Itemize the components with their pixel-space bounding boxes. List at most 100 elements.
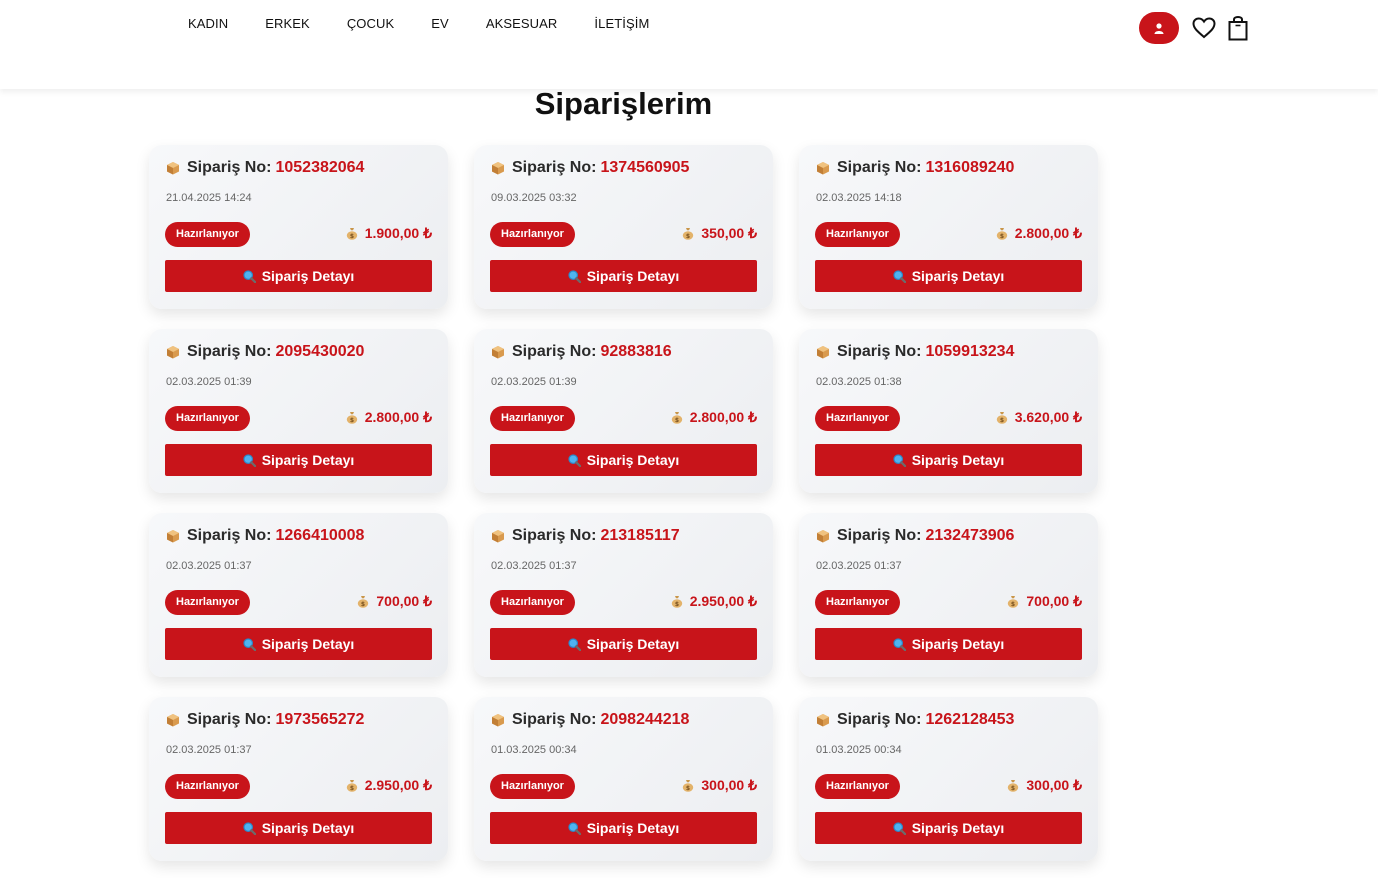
order-detail-label: Sipariş Detayı <box>586 268 680 284</box>
order-label: Sipariş No: <box>187 711 272 728</box>
heart-icon <box>1192 17 1216 39</box>
order-price-value: 700,00 ₺ <box>376 593 432 609</box>
order-detail-label: Sipariş Detayı <box>586 452 680 468</box>
order-detail-button[interactable]: Sipariş Detayı <box>815 628 1082 660</box>
status-badge: Hazırlanıyor <box>490 590 575 615</box>
order-price-value: 700,00 ₺ <box>1026 593 1082 609</box>
svg-text:$: $ <box>675 601 679 608</box>
nav-item-aksesuar[interactable]: AKSESUAR <box>486 16 558 31</box>
nav-item-ev[interactable]: EV <box>431 16 449 31</box>
order-detail-label: Sipariş Detayı <box>586 820 680 836</box>
header-icons <box>1139 12 1250 44</box>
order-detail-button[interactable]: Sipariş Detayı <box>815 812 1082 844</box>
magnifier-icon <box>568 269 581 283</box>
order-date: 02.03.2025 01:37 <box>491 560 577 572</box>
order-detail-label: Sipariş Detayı <box>261 636 355 652</box>
order-label: Sipariş No: <box>837 343 922 360</box>
order-card: Sipariş No: 1973565272 02.03.2025 01:37 Haz… <box>149 697 448 861</box>
package-icon <box>492 530 504 543</box>
order-price-value: 2.950,00 ₺ <box>689 593 757 609</box>
status-badge: Hazırlanıyor <box>490 222 575 247</box>
order-card: Sipariş No: 1266410008 02.03.2025 01:37 Haz… <box>149 513 448 677</box>
nav-item-iletisim[interactable]: İLETİŞİM <box>594 16 649 31</box>
money-bag-icon: $ <box>671 412 682 424</box>
nav-item-kadin[interactable]: KADIN <box>188 16 228 31</box>
order-price: $700,00 ₺ <box>1007 593 1082 610</box>
svg-text:$: $ <box>1000 233 1004 240</box>
order-price-value: 2.950,00 ₺ <box>364 777 432 793</box>
money-bag-icon: $ <box>996 412 1007 424</box>
magnifier-icon <box>568 821 581 835</box>
wishlist-button[interactable] <box>1191 15 1217 41</box>
order-price: $300,00 ₺ <box>682 777 757 794</box>
order-number: 92883816 <box>600 343 672 360</box>
magnifier-icon <box>243 453 256 467</box>
order-date: 02.03.2025 01:37 <box>166 744 252 756</box>
money-bag-icon: $ <box>671 596 682 608</box>
svg-text:$: $ <box>1011 785 1015 792</box>
order-title: Sipariş No: 213185117 <box>491 527 680 545</box>
status-badge: Hazırlanıyor <box>165 222 250 247</box>
order-label: Sipariş No: <box>187 527 272 544</box>
order-card: Sipariş No: 1316089240 02.03.2025 14:18 Haz… <box>799 145 1098 309</box>
order-detail-button[interactable]: Sipariş Detayı <box>165 444 432 476</box>
order-number: 1973565272 <box>275 711 365 728</box>
order-number: 2098244218 <box>600 711 690 728</box>
svg-text:$: $ <box>350 417 354 424</box>
order-card: Sipariş No: 1052382064 21.04.2025 14:24 Haz… <box>149 145 448 309</box>
money-bag-icon: $ <box>996 228 1007 240</box>
order-label: Sipariş No: <box>187 159 272 176</box>
order-card: Sipariş No: 2132473906 02.03.2025 01:37 Haz… <box>799 513 1098 677</box>
status-badge: Hazırlanıyor <box>490 406 575 431</box>
order-date: 09.03.2025 03:32 <box>491 192 577 204</box>
magnifier-icon <box>893 453 906 467</box>
order-price: $700,00 ₺ <box>357 593 432 610</box>
order-detail-button[interactable]: Sipariş Detayı <box>490 628 757 660</box>
order-detail-button[interactable]: Sipariş Detayı <box>165 628 432 660</box>
order-date: 01.03.2025 00:34 <box>491 744 577 756</box>
cart-button[interactable] <box>1226 14 1250 42</box>
order-label: Sipariş No: <box>512 343 597 360</box>
order-price-value: 300,00 ₺ <box>701 777 757 793</box>
order-detail-button[interactable]: Sipariş Detayı <box>165 812 432 844</box>
order-title: Sipariş No: 1059913234 <box>816 343 1014 361</box>
order-number: 1262128453 <box>925 711 1015 728</box>
order-price: $2.800,00 ₺ <box>346 409 432 426</box>
order-date: 21.04.2025 14:24 <box>166 192 252 204</box>
magnifier-icon <box>893 269 906 283</box>
order-detail-button[interactable]: Sipariş Detayı <box>490 444 757 476</box>
order-detail-label: Sipariş Detayı <box>261 452 355 468</box>
page-title: Siparişlerim <box>534 86 713 121</box>
order-card: Sipariş No: 2098244218 01.03.2025 00:34 Haz… <box>474 697 773 861</box>
order-detail-label: Sipariş Detayı <box>586 636 680 652</box>
order-detail-button[interactable]: Sipariş Detayı <box>490 260 757 292</box>
svg-text:$: $ <box>1011 601 1015 608</box>
main-nav: KADIN ERKEK ÇOCUK EV AKSESUAR İLETİŞİM <box>188 16 686 31</box>
nav-item-erkek[interactable]: ERKEK <box>265 16 310 31</box>
money-bag-icon: $ <box>346 412 357 424</box>
order-date: 02.03.2025 01:38 <box>816 376 902 388</box>
order-detail-button[interactable]: Sipariş Detayı <box>165 260 432 292</box>
package-icon <box>167 346 179 359</box>
order-number: 1316089240 <box>925 159 1015 176</box>
order-detail-button[interactable]: Sipariş Detayı <box>815 260 1082 292</box>
account-button[interactable] <box>1139 12 1179 44</box>
order-detail-label: Sipariş Detayı <box>911 452 1005 468</box>
order-title: Sipariş No: 2095430020 <box>166 343 364 361</box>
order-title: Sipariş No: 1316089240 <box>816 159 1014 177</box>
money-bag-icon: $ <box>1008 596 1019 608</box>
order-detail-label: Sipariş Detayı <box>911 820 1005 836</box>
order-label: Sipariş No: <box>837 711 922 728</box>
order-price-value: 3.620,00 ₺ <box>1014 409 1082 425</box>
order-price: $3.620,00 ₺ <box>996 409 1082 426</box>
order-detail-button[interactable]: Sipariş Detayı <box>490 812 757 844</box>
order-number: 2095430020 <box>275 343 365 360</box>
order-label: Sipariş No: <box>837 159 922 176</box>
order-title: Sipariş No: 1374560905 <box>491 159 689 177</box>
package-icon <box>492 346 504 359</box>
nav-item-cocuk[interactable]: ÇOCUK <box>347 16 394 31</box>
magnifier-icon <box>243 637 256 651</box>
order-detail-button[interactable]: Sipariş Detayı <box>815 444 1082 476</box>
order-label: Sipariş No: <box>512 159 597 176</box>
status-badge: Hazırlanıyor <box>815 590 900 615</box>
